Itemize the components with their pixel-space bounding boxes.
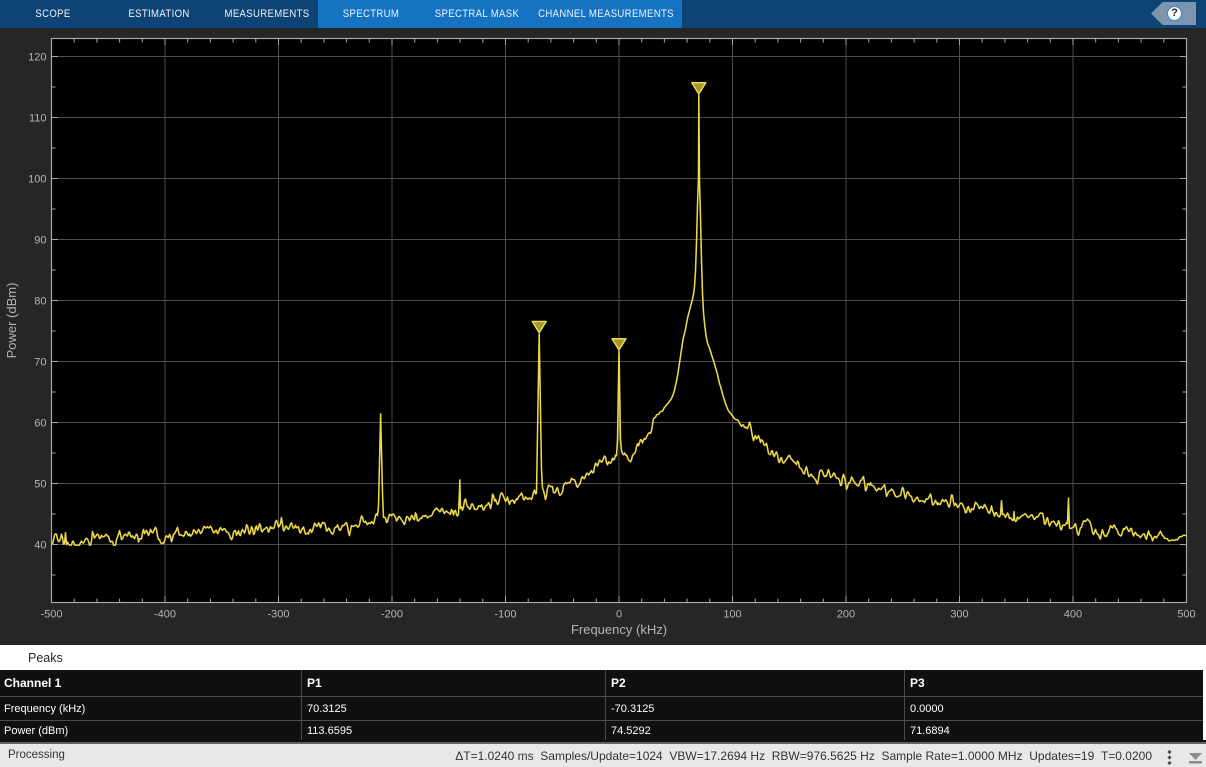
svg-text:90: 90 xyxy=(34,235,46,247)
svg-text:400: 400 xyxy=(1064,609,1082,621)
svg-text:60: 60 xyxy=(34,418,46,430)
svg-text:-400: -400 xyxy=(154,609,176,621)
svg-text:-100: -100 xyxy=(494,609,516,621)
svg-text:300: 300 xyxy=(950,609,968,621)
svg-text:120: 120 xyxy=(28,52,46,64)
svg-text:80: 80 xyxy=(34,296,46,308)
svg-text:200: 200 xyxy=(837,609,855,621)
svg-text:40: 40 xyxy=(34,540,46,552)
svg-text:Frequency (kHz): Frequency (kHz) xyxy=(571,622,667,637)
svg-text:100: 100 xyxy=(28,174,46,186)
svg-text:110: 110 xyxy=(29,113,47,125)
svg-text:Power (dBm): Power (dBm) xyxy=(4,283,19,359)
svg-text:-300: -300 xyxy=(267,609,289,621)
svg-text:0: 0 xyxy=(616,609,622,621)
svg-text:70: 70 xyxy=(34,357,46,369)
svg-text:-500: -500 xyxy=(40,609,62,621)
svg-text:-200: -200 xyxy=(381,609,403,621)
svg-text:50: 50 xyxy=(34,479,46,491)
svg-text:500: 500 xyxy=(1177,609,1195,621)
svg-text:100: 100 xyxy=(723,609,741,621)
